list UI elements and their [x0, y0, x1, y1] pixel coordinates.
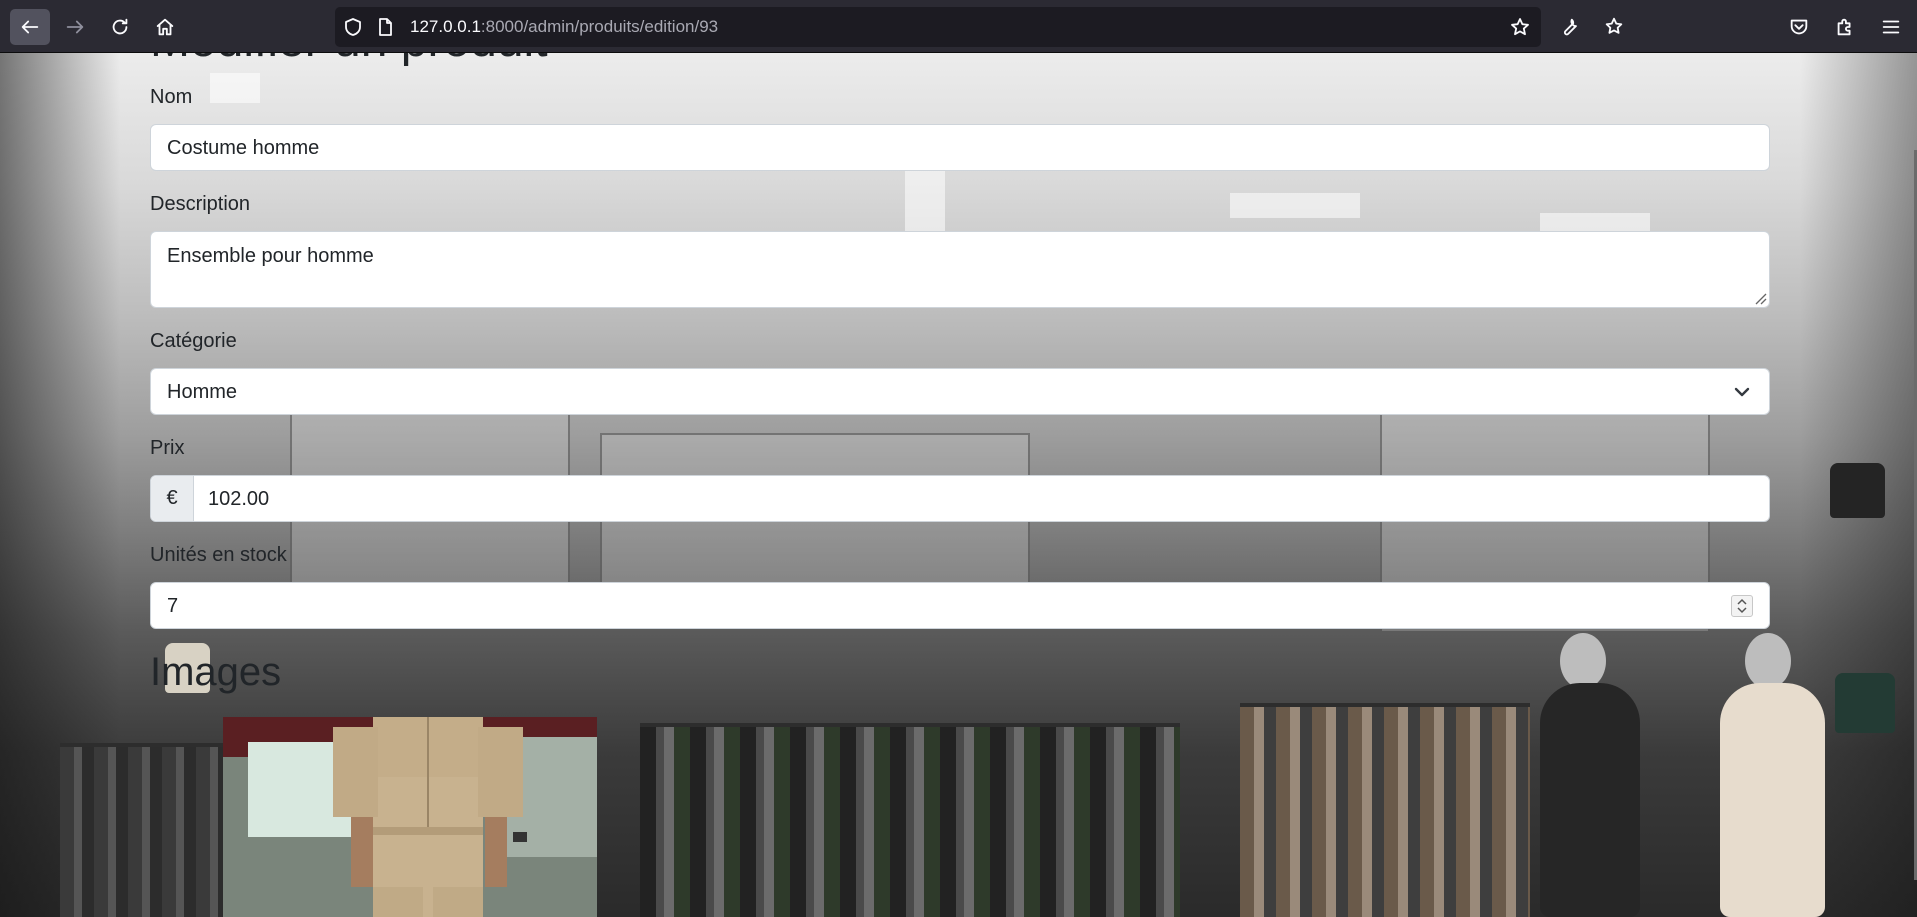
home-icon — [156, 18, 174, 36]
page-info-icon[interactable] — [375, 17, 395, 37]
hamburger-icon — [1882, 20, 1900, 34]
prix-input[interactable]: € 102.00 — [150, 475, 1770, 522]
categorie-value: Homme — [167, 381, 238, 403]
star-badge-icon — [1605, 17, 1623, 34]
number-spinner[interactable] — [1731, 595, 1753, 617]
address-bar[interactable]: 127.0.0.1:8000/admin/produits/edition/93 — [335, 7, 1541, 47]
pocket-icon — [1790, 19, 1808, 35]
bookmark-star-icon[interactable] — [1510, 17, 1530, 37]
nom-value: Costume homme — [167, 137, 320, 159]
forward-button[interactable] — [55, 9, 95, 45]
extension-star-button[interactable] — [1594, 9, 1634, 45]
reload-icon — [112, 18, 128, 35]
description-value: Ensemble pour homme — [167, 245, 374, 267]
description-textarea[interactable]: Ensemble pour homme — [150, 231, 1770, 308]
prix-label: Prix — [150, 437, 185, 459]
pocket-button[interactable] — [1779, 9, 1819, 45]
nom-input[interactable]: Costume homme — [150, 124, 1770, 171]
url-path: :8000/admin/produits/edition/93 — [480, 17, 719, 36]
menu-button[interactable] — [1871, 9, 1911, 45]
shield-icon[interactable] — [343, 17, 363, 37]
url-text[interactable]: 127.0.0.1:8000/admin/produits/edition/93 — [410, 17, 718, 37]
url-host: 127.0.0.1 — [410, 17, 481, 36]
page-viewport: Modifier un produit Nom Costume homme De… — [0, 53, 1917, 917]
description-label: Description — [150, 193, 251, 215]
page-title: Modifier un produit — [150, 53, 548, 68]
categorie-select[interactable]: Homme — [150, 368, 1770, 415]
product-image[interactable] — [223, 717, 597, 917]
stock-value: 7 — [167, 595, 179, 617]
categorie-label: Catégorie — [150, 330, 237, 352]
home-button[interactable] — [145, 9, 185, 45]
browser-toolbar: 127.0.0.1:8000/admin/produits/edition/93 — [0, 0, 1917, 53]
puzzle-icon — [1837, 18, 1851, 36]
wrench-icon — [1563, 18, 1577, 36]
currency-addon: € — [151, 476, 194, 521]
reload-button[interactable] — [100, 9, 140, 45]
images-section-title: Images — [150, 650, 282, 694]
stock-label: Unités en stock — [150, 544, 287, 566]
nom-label: Nom — [150, 86, 193, 108]
prix-value: 102.00 — [208, 488, 270, 510]
spinner-arrows-icon — [1737, 598, 1747, 614]
resize-grip-icon[interactable] — [1751, 289, 1767, 305]
extensions-button[interactable] — [1825, 9, 1865, 45]
dev-tools-button[interactable] — [1550, 9, 1590, 45]
back-button[interactable] — [10, 9, 50, 45]
arrow-right-icon — [66, 20, 84, 34]
chevron-down-icon — [1733, 383, 1751, 401]
arrow-left-icon — [21, 20, 39, 34]
product-photo — [223, 717, 597, 917]
stock-input[interactable]: 7 — [150, 582, 1770, 629]
